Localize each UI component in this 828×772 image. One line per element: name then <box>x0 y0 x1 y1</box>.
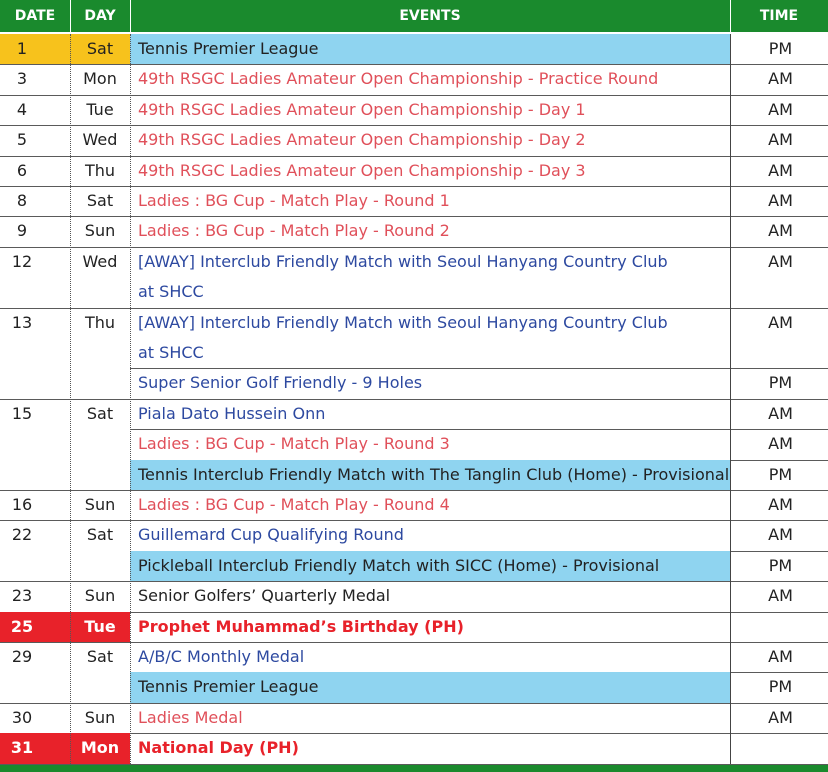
table-header: DATE DAY EVENTS TIME <box>0 0 828 32</box>
day-cell: Thu <box>84 312 116 332</box>
day-cell: Mon <box>83 69 117 89</box>
date-cell: 1 <box>16 39 28 58</box>
event-title: 49th RSGC Ladies Amateur Open Championsh… <box>138 69 659 89</box>
event-time: AM <box>768 191 793 210</box>
column-divider <box>70 34 71 764</box>
date-cell: 6 <box>16 160 28 180</box>
date-cell: 31 <box>10 738 34 758</box>
event-title: Ladies : BG Cup - Match Play - Round 4 <box>138 495 450 514</box>
day-cell: Sat <box>86 525 114 545</box>
day-cell: Wed <box>82 130 118 150</box>
date-cell: 16 <box>11 495 33 514</box>
event-time: AM <box>768 130 793 150</box>
column-divider <box>130 34 131 764</box>
event-time: AM <box>768 312 793 332</box>
event-time: PM <box>768 677 793 697</box>
event-title: Guillemard Cup Qualifying Round <box>138 525 404 545</box>
day-cell: Sat <box>86 403 114 423</box>
event-title: 49th RSGC Ladies Amateur Open Championsh… <box>138 99 586 119</box>
date-cell: 23 <box>11 586 33 606</box>
event-title: Tennis Premier League <box>138 677 319 697</box>
event-title: National Day (PH) <box>138 738 299 758</box>
event-time: PM <box>768 464 793 484</box>
day-cell: Tue <box>84 616 116 636</box>
day-cell: Sat <box>86 39 114 58</box>
date-cell: 29 <box>11 647 33 666</box>
day-cell: Sun <box>84 586 116 606</box>
date-cell: 12 <box>11 251 33 271</box>
event-title: Prophet Muhammad’s Birthday (PH) <box>138 616 464 636</box>
event-time: AM <box>768 99 793 119</box>
event-time: PM <box>768 373 793 393</box>
event-title: Tennis Premier League <box>138 39 319 58</box>
date-cell: 5 <box>16 130 28 150</box>
event-time: AM <box>768 495 793 514</box>
event-time: AM <box>768 586 793 606</box>
day-cell: Sat <box>86 191 114 210</box>
event-title: Pickleball Interclub Friendly Match with… <box>138 555 660 575</box>
event-time: PM <box>768 39 793 58</box>
event-title: A/B/C Monthly Medal <box>138 647 305 666</box>
header-date: DATE <box>14 8 56 24</box>
date-cell: 13 <box>11 312 33 332</box>
day-cell: Thu <box>84 160 116 180</box>
event-time: AM <box>768 221 793 241</box>
event-title: 49th RSGC Ladies Amateur Open Championsh… <box>138 130 586 150</box>
event-time: AM <box>768 647 793 666</box>
event-title-line2: at SHCC <box>138 343 204 362</box>
day-cell: Sun <box>84 707 116 727</box>
day-cell: Sun <box>84 495 116 514</box>
event-title: Ladies : BG Cup - Match Play - Round 3 <box>138 434 450 454</box>
date-cell: 30 <box>11 707 33 727</box>
date-cell: 22 <box>11 525 33 545</box>
event-title: [AWAY] Interclub Friendly Match with Seo… <box>138 312 668 332</box>
header-time: TIME <box>759 8 799 24</box>
event-time: AM <box>768 707 793 727</box>
day-cell: Tue <box>86 99 114 119</box>
date-cell: 8 <box>16 191 28 210</box>
date-cell: 9 <box>16 221 28 241</box>
date-cell: 15 <box>11 403 33 423</box>
event-title: Senior Golfers’ Quarterly Medal <box>138 586 391 606</box>
date-cell: 25 <box>10 616 34 636</box>
day-cell: Sun <box>84 221 116 241</box>
event-title: Tennis Interclub Friendly Match with The… <box>138 464 730 484</box>
event-time: AM <box>768 403 793 423</box>
day-cell: Mon <box>80 738 120 758</box>
event-time: AM <box>768 251 793 271</box>
event-time: AM <box>768 434 793 454</box>
event-time: AM <box>768 69 793 89</box>
header-events: EVENTS <box>399 8 461 24</box>
table-footer-bar <box>0 765 828 772</box>
event-title: [AWAY] Interclub Friendly Match with Seo… <box>138 251 668 271</box>
date-cell: 3 <box>16 69 28 89</box>
event-title: Ladies : BG Cup - Match Play - Round 1 <box>138 191 450 210</box>
header-day: DAY <box>84 8 116 24</box>
event-title-line2: at SHCC <box>138 282 204 302</box>
event-time: AM <box>768 525 793 545</box>
event-title: Ladies Medal <box>138 707 243 727</box>
day-cell: Wed <box>82 251 118 271</box>
event-time: PM <box>768 555 793 575</box>
date-cell: 4 <box>16 99 28 119</box>
event-time: AM <box>768 160 793 180</box>
event-title: 49th RSGC Ladies Amateur Open Championsh… <box>138 160 586 180</box>
event-title: Super Senior Golf Friendly - 9 Holes <box>138 373 423 393</box>
day-cell: Sat <box>86 647 114 666</box>
event-title: Piala Dato Hussein Onn <box>138 403 326 423</box>
column-divider <box>730 34 731 764</box>
event-title: Ladies : BG Cup - Match Play - Round 2 <box>138 221 450 241</box>
